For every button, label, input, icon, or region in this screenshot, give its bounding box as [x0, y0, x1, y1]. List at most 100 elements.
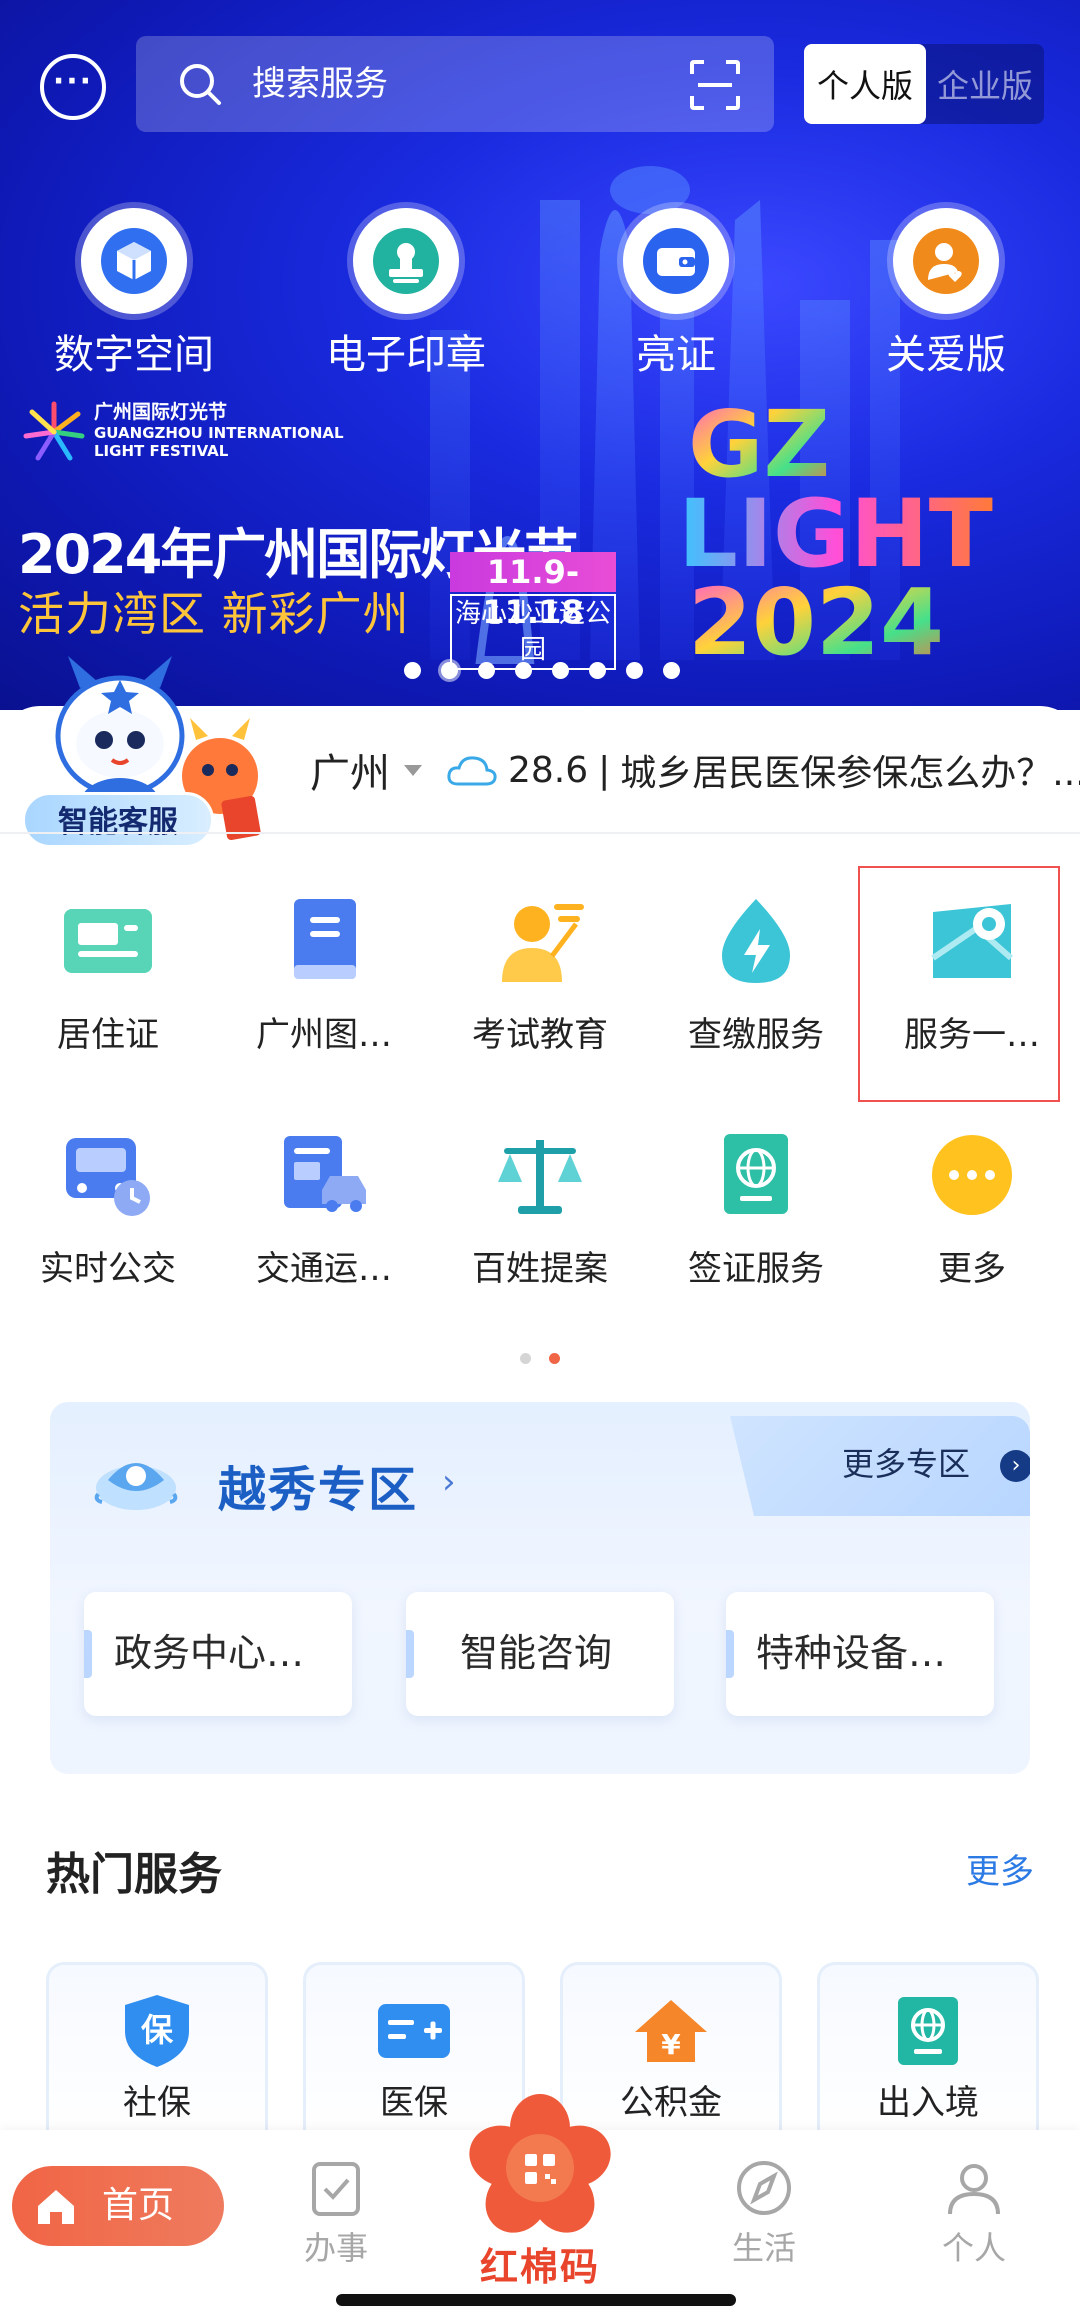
carousel-dot[interactable]: [441, 662, 458, 679]
district-card-label: 特种设备…: [756, 1631, 947, 1675]
city-selector[interactable]: 广州: [310, 741, 390, 799]
library-book-icon: [294, 899, 356, 979]
hot-service-entry-exit[interactable]: 出入境: [817, 1962, 1039, 2142]
service-exam-education[interactable]: 考试教育: [432, 886, 648, 1058]
carousel-dot[interactable]: [552, 662, 569, 679]
district-landmark-icon: [94, 1463, 178, 1510]
nav-home[interactable]: 首页: [12, 2166, 224, 2246]
version-switch: 个人版 企业版: [804, 44, 1044, 124]
home-indicator[interactable]: [336, 2294, 736, 2306]
chevron-down-icon[interactable]: [404, 764, 422, 776]
nav-personal-label: 个人: [941, 2229, 1006, 2267]
nav-affairs-label: 办事: [303, 2229, 368, 2267]
passport-icon: [724, 1134, 788, 1214]
home-icon: [38, 2190, 74, 2224]
nav-kapok-code[interactable]: 红棉码: [460, 2090, 620, 2290]
nav-life-label: 生活: [731, 2229, 796, 2267]
service-label: 更多: [938, 1249, 1006, 1289]
version-personal-tab[interactable]: 个人版: [804, 44, 926, 124]
hot-services-more-link[interactable]: 更多: [966, 1844, 1034, 1893]
quick-action-e-seal[interactable]: 电子印章: [306, 208, 506, 382]
cube-icon: [101, 228, 167, 294]
card-accent: [84, 1630, 92, 1678]
festival-date: 11.9-11.18: [450, 552, 616, 631]
hot-service-label: 出入境: [877, 2083, 979, 2123]
nav-home-label: 首页: [102, 2185, 175, 2226]
search-input[interactable]: 搜索服务: [136, 36, 774, 132]
service-payment-inquiry[interactable]: 查缴服务: [648, 886, 864, 1058]
district-card-label: 智能咨询: [459, 1631, 612, 1675]
page-dot[interactable]: [520, 1353, 531, 1364]
quick-action-label: 数字空间: [54, 332, 214, 378]
hot-service-social-security[interactable]: 保 社保: [46, 1962, 268, 2142]
district-card-smart-consult[interactable]: 智能咨询: [406, 1592, 674, 1716]
nav-life[interactable]: 生活: [704, 2158, 824, 2268]
banner[interactable]: ··· 搜索服务 个人版 企业版 数字空间 电子印章 亮证 关爱版 广州国际灯光…: [0, 0, 1080, 710]
quick-action-show-id[interactable]: 亮证: [576, 208, 776, 382]
district-card-label: 政务中心…: [114, 1631, 305, 1675]
quick-action-label: 关爱版: [886, 332, 1006, 378]
service-citizen-proposal[interactable]: 百姓提案: [432, 1120, 648, 1292]
firework-icon: [23, 401, 85, 461]
page-dot[interactable]: [549, 1353, 560, 1364]
carousel-dot[interactable]: [478, 662, 495, 679]
arrow-right-icon: ›: [1000, 1450, 1030, 1482]
scale-icon: [498, 1140, 582, 1214]
chevron-right-icon[interactable]: ›: [442, 1462, 456, 1502]
carousel-dot[interactable]: [663, 662, 680, 679]
card-accent: [406, 1630, 414, 1678]
version-enterprise-tab[interactable]: 企业版: [926, 44, 1044, 124]
bao-glyph: 保: [141, 2011, 174, 2049]
grid-page-dots: [520, 1353, 560, 1364]
service-label: 查缴服务: [688, 1015, 824, 1055]
service-traffic[interactable]: 交通运…: [216, 1120, 432, 1292]
carousel-dot[interactable]: [404, 662, 421, 679]
bus-clock-icon: [66, 1138, 150, 1216]
service-guangzhou-library[interactable]: 广州图…: [216, 886, 432, 1058]
service-label: 交通运…: [256, 1249, 392, 1289]
news-ticker[interactable]: 城乡居民医保参保怎么办？...: [620, 744, 1080, 796]
wallet-icon: [643, 228, 709, 294]
carousel-dot[interactable]: [515, 662, 532, 679]
festival-slogan: 活力湾区 新彩广州: [18, 587, 410, 641]
compass-icon: [737, 2161, 791, 2215]
temperature: 28.6: [508, 749, 589, 791]
divider: [0, 832, 1080, 834]
card-accent: [726, 1630, 734, 1678]
district-panel: 越秀专区 › 更多专区 › 政务中心… 智能咨询 特种设备…: [50, 1402, 1030, 1774]
quick-action-digital-space[interactable]: 数字空间: [34, 208, 234, 382]
quick-action-care-mode[interactable]: 关爱版: [846, 208, 1046, 382]
carousel-dot[interactable]: [626, 662, 643, 679]
nav-affairs[interactable]: 办事: [276, 2158, 396, 2268]
exam-teacher-icon: [502, 904, 584, 982]
chat-bubble-icon[interactable]: ···: [40, 54, 106, 120]
service-more[interactable]: 更多: [864, 1120, 1080, 1292]
more-zones-button[interactable]: 更多专区 ›: [730, 1416, 1030, 1516]
news-divider: |: [598, 749, 611, 791]
globe-passport-icon: [898, 1997, 958, 2065]
service-visa[interactable]: 签证服务: [648, 1120, 864, 1292]
carousel-dots: [404, 662, 680, 679]
nav-personal[interactable]: 个人: [914, 2158, 1034, 2268]
service-label: 广州图…: [256, 1015, 392, 1055]
cloud-icon: [447, 756, 497, 786]
district-card-gov-center[interactable]: 政务中心…: [84, 1592, 352, 1716]
service-label: 考试教育: [472, 1015, 608, 1055]
service-realtime-bus[interactable]: 实时公交: [0, 1120, 216, 1292]
district-title[interactable]: 越秀专区: [218, 1450, 418, 1520]
festival-logo: 广州国际灯光节 GUANGZHOU INTERNATIONAL LIGHT FE…: [22, 400, 352, 470]
smart-service-button[interactable]: 智能客服: [22, 792, 214, 848]
festival-name-en: GUANGZHOU INTERNATIONAL LIGHT FESTIVAL: [94, 424, 344, 460]
service-residence-permit[interactable]: 居住证: [0, 886, 216, 1058]
more-zones-label: 更多专区: [842, 1445, 971, 1483]
social-security-icon: 保: [125, 1995, 189, 2067]
selection-highlight: [858, 866, 1060, 1102]
search-placeholder: 搜索服务: [252, 64, 388, 104]
district-card-special-equipment[interactable]: 特种设备…: [726, 1592, 994, 1716]
top-bar: ··· 搜索服务 个人版 企业版: [0, 32, 1080, 132]
scan-icon[interactable]: [688, 58, 742, 112]
carousel-dot[interactable]: [589, 662, 606, 679]
service-label: 实时公交: [40, 1249, 176, 1289]
care-person-icon: [913, 228, 979, 294]
payment-bolt-icon: [722, 899, 790, 983]
